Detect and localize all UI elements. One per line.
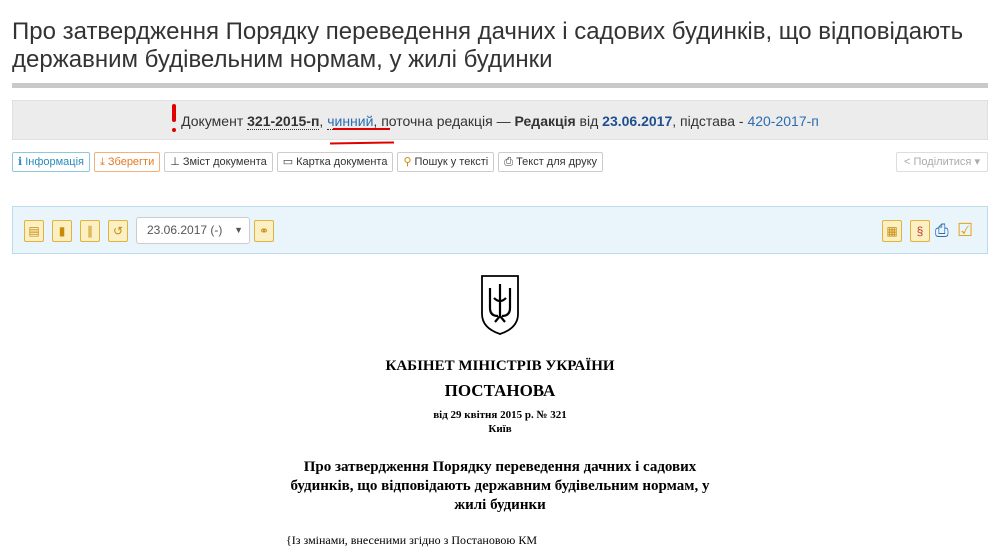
bookmark-icon[interactable]: ▮ [52, 220, 72, 242]
briefcase-icon[interactable]: ▤ [24, 220, 44, 242]
status-current: , поточна редакція — [373, 113, 511, 129]
link-icon[interactable]: ⚭ [254, 220, 274, 242]
chevron-down-icon: ▼ [234, 225, 243, 235]
sitemap-icon: ⊥ [170, 156, 180, 168]
document-number[interactable]: 321-2015-п [247, 113, 320, 130]
folder-icon: ▭ [282, 156, 294, 168]
section-icon[interactable]: § [910, 220, 930, 242]
amendments-note: {Із змінами, внесеними згідно з Постанов… [286, 533, 538, 547]
share-label: Поділитися [913, 156, 972, 168]
edition-date-select[interactable]: 23.06.2017 (-) ▼ [136, 217, 250, 244]
annotation-underline-2 [329, 141, 395, 145]
print-label: Текст для друку [516, 156, 598, 168]
document-date: від 29 квітня 2015 р. № 321 [433, 409, 567, 421]
print-text-button[interactable]: ⎙ Текст для друку [498, 152, 604, 172]
card-label: Картка документа [296, 156, 388, 168]
print-icon[interactable]: ⎙ [935, 221, 955, 241]
title-divider [12, 83, 988, 88]
trident-emblem-icon [481, 275, 519, 335]
search-icon: ⚲ [403, 156, 412, 168]
edition-date-value: 23.06.2017 (-) [147, 223, 223, 237]
document-toolbar: ℹ Інформація ⤓ Зберегти ⊥ Зміст документа ▭… [12, 152, 604, 172]
organization-name: КАБІНЕТ МІНІСТРІВ УКРАЇНИ [385, 358, 615, 374]
document-status-bar: Документ 321-2015-п, чинний, поточна ред… [12, 100, 988, 140]
basis-label: , підстава - [672, 113, 744, 129]
card-button[interactable]: ▭ Картка документа [276, 152, 394, 172]
status-comma: , [319, 113, 324, 129]
contents-button[interactable]: ⊥ Зміст документа [164, 152, 273, 172]
paperclip-icon[interactable]: ∥ [80, 220, 100, 242]
document-heading: Про затвердження Порядку переведення дач… [290, 459, 710, 513]
search-label: Пошук у тексті [414, 156, 489, 168]
info-button[interactable]: ℹ Інформація [12, 152, 90, 172]
share-icon: < [904, 156, 911, 168]
print-icon: ⎙ [504, 156, 514, 168]
compare-icon[interactable]: ▦ [882, 220, 902, 242]
chevron-down-icon: ▾ [974, 156, 980, 168]
download-icon: ⤓ [100, 156, 105, 168]
edition-from: від [579, 113, 599, 129]
basis-doc-link[interactable]: 420-2017-п [747, 113, 818, 129]
share-button[interactable]: < Поділитися ▾ [896, 152, 988, 172]
document-type: ПОСТАНОВА [444, 381, 556, 400]
document-city: Київ [488, 423, 512, 435]
annotation-exclamation-dot [172, 128, 176, 132]
document-panel: ▤ ▮ ∥ ↺ 23.06.2017 (-) ▼ ⚭ ▦ § ⎙ ☑ [12, 206, 988, 254]
history-icon[interactable]: ↺ [108, 220, 128, 242]
annotation-underline-1 [333, 128, 390, 130]
checkbox-icon[interactable]: ☑ [957, 219, 977, 241]
search-button[interactable]: ⚲ Пошук у тексті [397, 152, 495, 172]
save-label: Зберегти [107, 156, 155, 168]
edition-date-link[interactable]: 23.06.2017 [602, 113, 672, 129]
save-button[interactable]: ⤓ Зберегти [94, 152, 161, 172]
info-icon: ℹ [18, 156, 23, 168]
info-label: Інформація [25, 156, 84, 168]
annotation-exclamation-bar [172, 104, 176, 122]
contents-label: Зміст документа [182, 156, 267, 168]
edition-label: Редакція [514, 113, 576, 129]
page-title: Про затвердження Порядку переведення дач… [12, 18, 964, 73]
status-prefix: Документ [181, 113, 244, 129]
